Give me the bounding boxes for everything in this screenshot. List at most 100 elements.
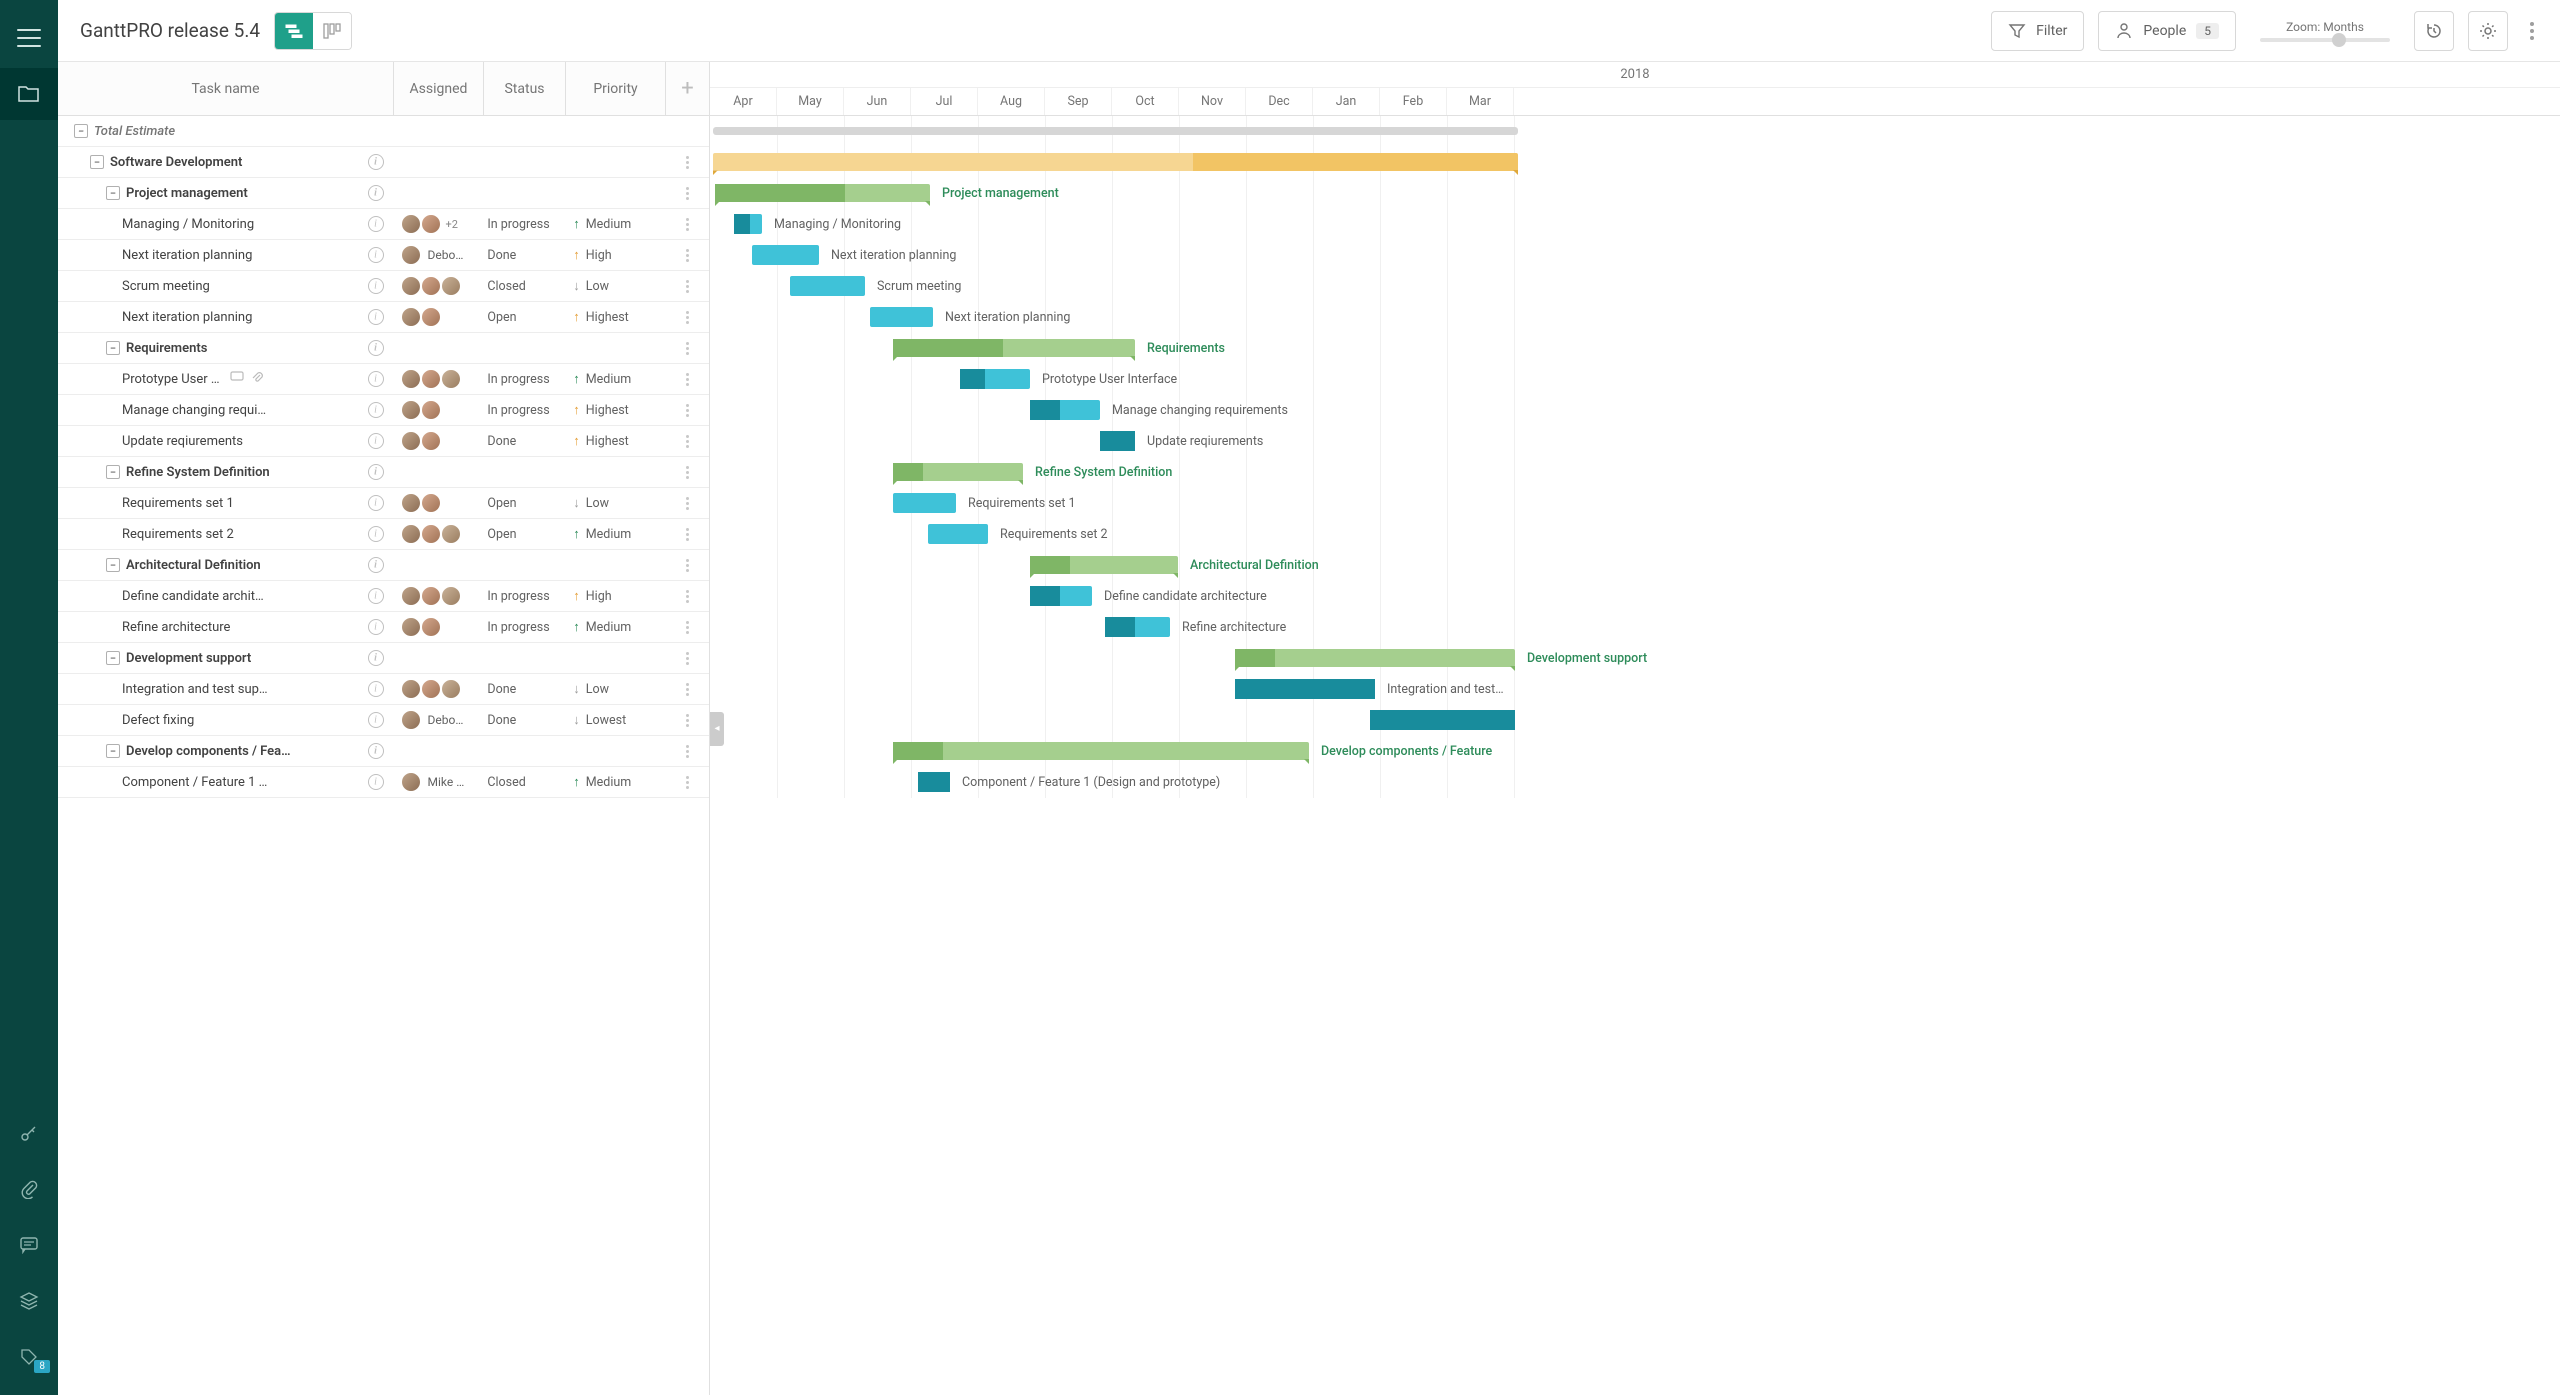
- cell-status[interactable]: In progress: [483, 372, 565, 387]
- cell-assigned[interactable]: [394, 492, 484, 514]
- info-icon[interactable]: [368, 526, 384, 542]
- gantt-bar[interactable]: Integration and test…: [1235, 679, 1375, 699]
- table-row[interactable]: Prototype User …In progress↑Medium: [58, 364, 709, 395]
- row-total-estimate[interactable]: − Total Estimate: [58, 116, 709, 147]
- cell-status[interactable]: Done: [483, 434, 565, 449]
- gantt-bar[interactable]: Requirements set 2: [928, 524, 988, 544]
- gantt-bar[interactable]: [713, 153, 1518, 171]
- row-menu[interactable]: [665, 776, 709, 789]
- people-button[interactable]: People 5: [2098, 11, 2236, 51]
- cell-priority[interactable]: ↓Low: [565, 278, 665, 294]
- history-button[interactable]: [2414, 11, 2454, 51]
- table-row[interactable]: −Develop components / Fea…: [58, 736, 709, 767]
- cell-priority[interactable]: ↑Medium: [565, 774, 665, 790]
- cell-status[interactable]: Closed: [483, 775, 565, 790]
- row-menu[interactable]: [665, 342, 709, 355]
- gantt-bar[interactable]: Develop components / Feature: [893, 742, 1309, 760]
- info-icon[interactable]: [368, 619, 384, 635]
- info-icon[interactable]: [368, 278, 384, 294]
- row-menu[interactable]: [665, 745, 709, 758]
- collapse-icon[interactable]: −: [106, 186, 120, 200]
- sidebar-layers[interactable]: [0, 1275, 58, 1327]
- settings-button[interactable]: [2468, 11, 2508, 51]
- table-row[interactable]: −Project management: [58, 178, 709, 209]
- cell-priority[interactable]: ↑High: [565, 588, 665, 604]
- gantt-bar[interactable]: Define candidate architecture: [1030, 586, 1092, 606]
- cell-assigned[interactable]: +2: [394, 213, 484, 235]
- row-menu[interactable]: [665, 652, 709, 665]
- gantt-bar[interactable]: Prototype User Interface: [960, 369, 1030, 389]
- table-row[interactable]: Next iteration planningDebo…Done↑High: [58, 240, 709, 271]
- collapse-icon[interactable]: −: [106, 744, 120, 758]
- cell-status[interactable]: In progress: [483, 403, 565, 418]
- cell-assigned[interactable]: [394, 430, 484, 452]
- view-gantt[interactable]: [275, 13, 313, 49]
- info-icon[interactable]: [368, 433, 384, 449]
- gantt-bar[interactable]: Manage changing requirements: [1030, 400, 1100, 420]
- table-row[interactable]: Integration and test sup…Done↓Low: [58, 674, 709, 705]
- info-icon[interactable]: [368, 588, 384, 604]
- add-column-button[interactable]: +: [666, 62, 709, 115]
- gantt-bar[interactable]: Next iteration planning: [870, 307, 933, 327]
- cell-assigned[interactable]: [394, 399, 484, 421]
- gantt-bar[interactable]: Project management: [715, 184, 930, 202]
- cell-priority[interactable]: ↑Highest: [565, 309, 665, 325]
- gantt-bar[interactable]: Component / Feature 1 (Design and protot…: [918, 772, 950, 792]
- cell-priority[interactable]: ↑Medium: [565, 371, 665, 387]
- info-icon[interactable]: [368, 371, 384, 387]
- cell-priority[interactable]: ↑Medium: [565, 216, 665, 232]
- table-row[interactable]: Managing / Monitoring+2In progress↑Mediu…: [58, 209, 709, 240]
- zoom-slider[interactable]: [2260, 38, 2390, 42]
- more-menu[interactable]: [2522, 22, 2542, 40]
- sidebar-key[interactable]: [0, 1107, 58, 1159]
- gantt-bar[interactable]: Scrum meeting: [790, 276, 865, 296]
- info-icon[interactable]: [368, 774, 384, 790]
- row-menu[interactable]: [665, 218, 709, 231]
- gantt-bar[interactable]: Refine System Definition: [893, 463, 1023, 481]
- cell-status[interactable]: In progress: [483, 620, 565, 635]
- cell-assigned[interactable]: [394, 306, 484, 328]
- cell-priority[interactable]: ↑Medium: [565, 526, 665, 542]
- cell-status[interactable]: Open: [483, 527, 565, 542]
- cell-status[interactable]: Done: [483, 713, 565, 728]
- info-icon[interactable]: [368, 650, 384, 666]
- table-row[interactable]: −Development support: [58, 643, 709, 674]
- gantt-bar[interactable]: Architectural Definition: [1030, 556, 1178, 574]
- gantt-bar[interactable]: Requirements set 1: [893, 493, 956, 513]
- collapse-icon[interactable]: −: [106, 341, 120, 355]
- table-row[interactable]: Next iteration planningOpen↑Highest: [58, 302, 709, 333]
- info-icon[interactable]: [368, 309, 384, 325]
- sidebar-projects[interactable]: [0, 68, 58, 120]
- col-status[interactable]: Status: [484, 62, 566, 115]
- row-menu[interactable]: [665, 497, 709, 510]
- cell-assigned[interactable]: [394, 275, 484, 297]
- cell-assigned[interactable]: [394, 616, 484, 638]
- info-icon[interactable]: [368, 495, 384, 511]
- collapse-panel-handle[interactable]: ◂: [710, 712, 724, 746]
- info-icon[interactable]: [368, 712, 384, 728]
- cell-status[interactable]: Closed: [483, 279, 565, 294]
- filter-button[interactable]: Filter: [1991, 11, 2084, 51]
- cell-assigned[interactable]: [394, 678, 484, 700]
- info-icon[interactable]: [368, 247, 384, 263]
- gantt-bar[interactable]: Development support: [1235, 649, 1515, 667]
- table-row[interactable]: Manage changing requi…In progress↑Highes…: [58, 395, 709, 426]
- collapse-icon[interactable]: −: [106, 558, 120, 572]
- row-menu[interactable]: [665, 373, 709, 386]
- row-menu[interactable]: [665, 621, 709, 634]
- gantt-bar[interactable]: [1370, 710, 1515, 730]
- gantt-bar[interactable]: Next iteration planning: [752, 245, 819, 265]
- table-row[interactable]: Component / Feature 1 …Mike …Closed↑Medi…: [58, 767, 709, 798]
- cell-priority[interactable]: ↓Low: [565, 681, 665, 697]
- sidebar-comments[interactable]: [0, 1219, 58, 1271]
- info-icon[interactable]: [368, 681, 384, 697]
- row-menu[interactable]: [665, 249, 709, 262]
- info-icon[interactable]: [368, 154, 384, 170]
- cell-status[interactable]: In progress: [483, 217, 565, 232]
- row-menu[interactable]: [665, 311, 709, 324]
- row-menu[interactable]: [665, 590, 709, 603]
- cell-priority[interactable]: ↓Lowest: [565, 712, 665, 728]
- table-row[interactable]: −Architectural Definition: [58, 550, 709, 581]
- sidebar-notifications[interactable]: 8: [0, 1331, 58, 1383]
- row-menu[interactable]: [665, 187, 709, 200]
